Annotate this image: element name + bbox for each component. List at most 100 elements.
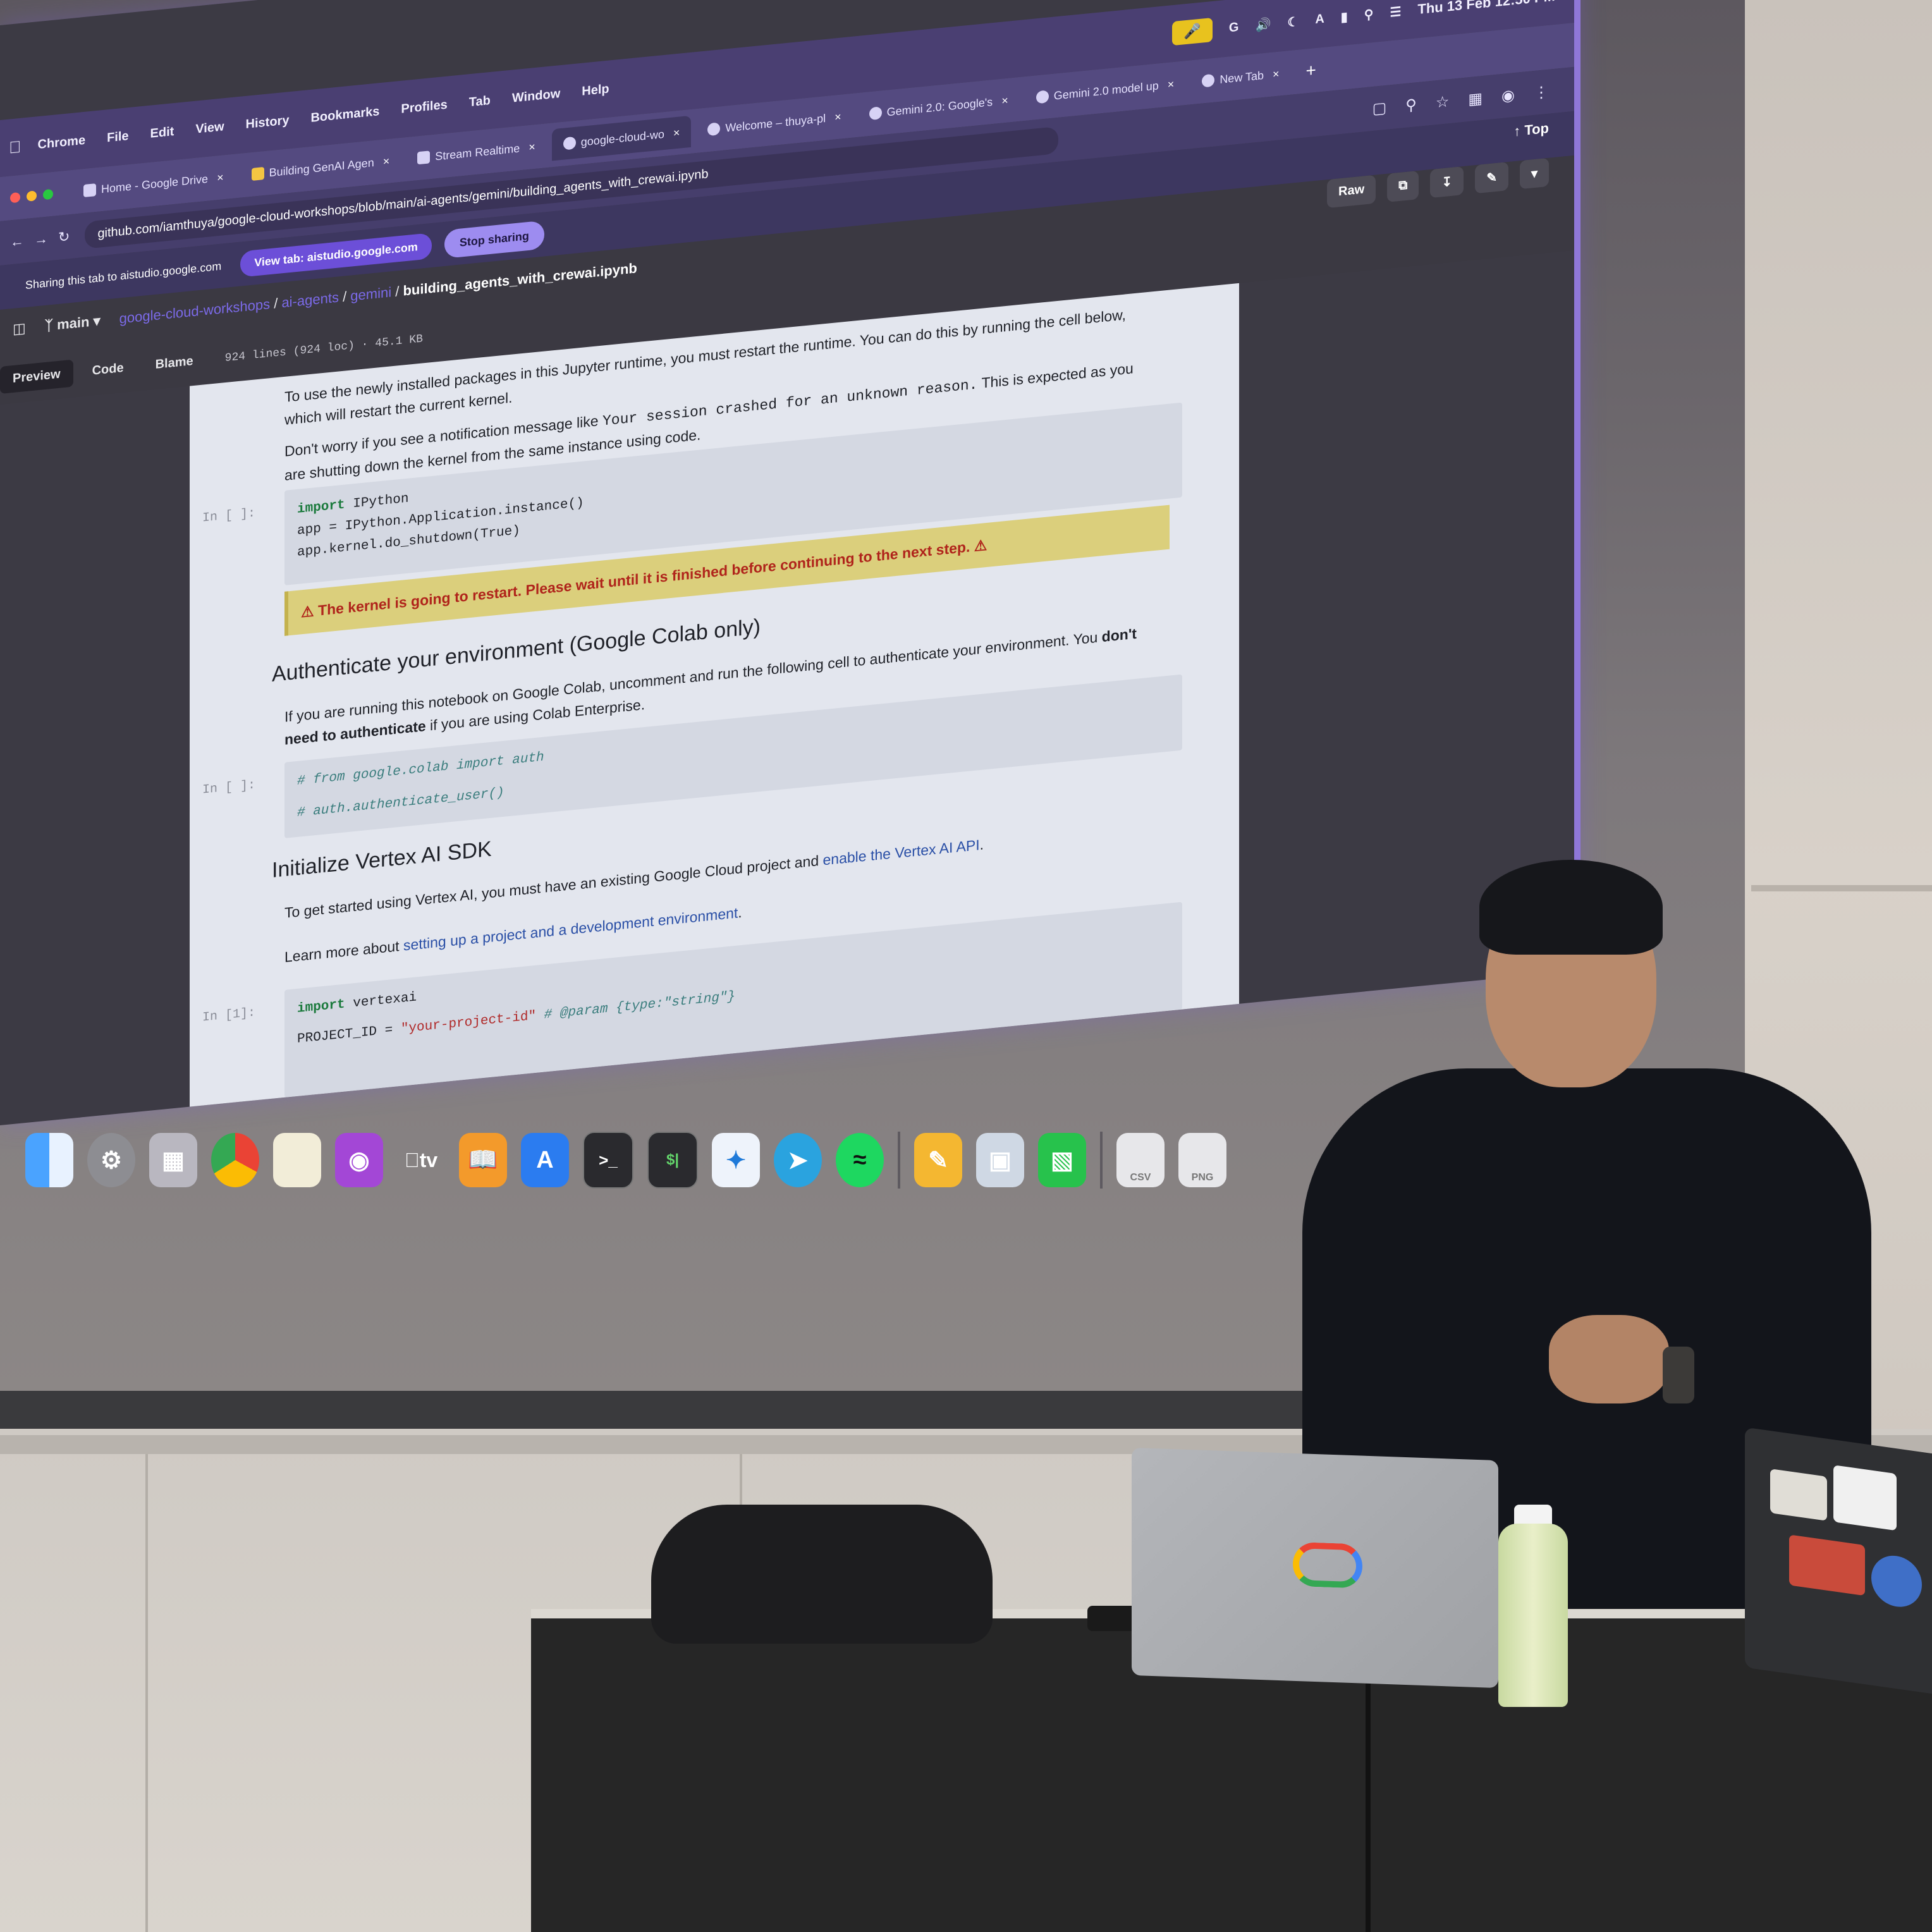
tab-code[interactable]: Code — [80, 353, 137, 386]
branch-selector[interactable]: ᛉ main ▾ — [45, 312, 101, 334]
terminal2-icon[interactable]: $| — [647, 1132, 698, 1189]
grammarly-icon[interactable]: G — [1229, 20, 1239, 35]
terminal-icon[interactable]: >_ — [583, 1132, 633, 1189]
close-icon[interactable]: × — [217, 171, 224, 185]
whiteboard-edge — [1751, 885, 1932, 891]
search-icon[interactable]: ⚲ — [1364, 6, 1374, 22]
close-icon[interactable]: × — [1168, 77, 1175, 91]
reload-icon[interactable]: ↻ — [58, 228, 70, 246]
wristwatch — [1663, 1347, 1694, 1403]
appletv-icon[interactable]: tv — [397, 1133, 445, 1187]
close-icon[interactable]: × — [1001, 94, 1008, 107]
tab-stream-realtime[interactable]: Stream Realtime × — [406, 130, 547, 175]
edit-pencil-icon[interactable]: ✎ — [1475, 162, 1508, 194]
vscode-icon[interactable]: ✦ — [712, 1133, 760, 1187]
new-tab-button[interactable]: + — [1306, 60, 1316, 82]
chevron-down-icon[interactable]: ▾ — [1519, 157, 1549, 190]
appstore-icon[interactable]: A — [521, 1133, 569, 1187]
copy-icon[interactable]: ⧉ — [1387, 170, 1419, 202]
presenter-laptop — [1132, 1447, 1498, 1689]
presenter-hand — [1549, 1315, 1669, 1403]
enable-api-link[interactable]: enable the Vertex AI API — [823, 836, 980, 868]
system-settings-icon[interactable]: ⚙ — [87, 1133, 135, 1187]
cast-icon[interactable]: ▢ — [1373, 98, 1387, 118]
podcasts-icon[interactable]: ◉ — [335, 1133, 383, 1187]
branch-name: main — [57, 314, 90, 333]
zoom-window-button[interactable] — [43, 188, 53, 200]
code-string: "your-project-id" — [400, 1008, 537, 1037]
telegram-icon[interactable]: ➤ — [774, 1133, 822, 1187]
close-icon[interactable]: × — [835, 110, 841, 124]
zoom-icon[interactable]: ⚲ — [1405, 95, 1417, 115]
notes-icon[interactable] — [273, 1133, 321, 1187]
sidebar-toggle-icon[interactable]: ◫ — [13, 320, 26, 338]
books-icon[interactable]: 📖 — [459, 1133, 507, 1187]
menu-bookmarks[interactable]: Bookmarks — [310, 104, 379, 126]
breadcrumb-folder-gemini[interactable]: gemini — [350, 284, 391, 303]
battery-icon[interactable]: ▮ — [1341, 8, 1348, 25]
code-keyword: import — [297, 498, 345, 517]
finder-icon[interactable] — [25, 1133, 73, 1187]
more-menu-icon[interactable]: ⋮ — [1534, 82, 1549, 102]
close-icon[interactable]: × — [1273, 67, 1280, 81]
menu-app-chrome[interactable]: Chrome — [38, 133, 86, 152]
preview-icon[interactable]: ▣ — [976, 1133, 1024, 1187]
tab-preview[interactable]: Preview — [0, 359, 73, 394]
close-icon[interactable]: × — [383, 154, 390, 168]
close-icon[interactable]: × — [529, 140, 535, 154]
launchpad-icon[interactable]: ▦ — [149, 1133, 197, 1187]
spotify-icon[interactable]: ≈ — [836, 1133, 884, 1187]
extensions-icon[interactable]: ▦ — [1468, 89, 1483, 109]
tab-label: Welcome – thuya-pl — [725, 111, 826, 134]
menu-tab[interactable]: Tab — [469, 93, 491, 109]
scroll-top-link[interactable]: ↑ Top — [1513, 120, 1549, 140]
setup-project-link[interactable]: setting up a project and a development e… — [403, 905, 738, 954]
input-source-icon[interactable]: A — [1315, 11, 1324, 27]
menu-help[interactable]: Help — [582, 82, 609, 99]
menu-edit[interactable]: Edit — [150, 125, 174, 142]
pages-icon[interactable]: ✎ — [914, 1133, 962, 1187]
stop-sharing-button[interactable]: Stop sharing — [444, 220, 544, 259]
close-icon[interactable]: × — [673, 126, 680, 140]
breadcrumb-folder-ai-agents[interactable]: ai-agents — [281, 289, 339, 310]
back-icon[interactable]: ← — [10, 233, 24, 250]
raw-button[interactable]: Raw — [1327, 174, 1376, 209]
control-center-icon[interactable]: ☰ — [1390, 3, 1401, 20]
google-cloud-logo — [1293, 1541, 1362, 1589]
microphone-icon[interactable]: 🎤 — [1171, 17, 1213, 46]
file-meta: 924 lines (924 loc) · 45.1 KB — [224, 332, 423, 365]
menubar-clock[interactable]: Thu 13 Feb 12:50 PM — [1417, 0, 1555, 18]
close-window-button[interactable] — [10, 192, 20, 204]
tab-github-notebook[interactable]: google-cloud-wo × — [551, 115, 692, 161]
cell-prompt: In [ ]: — [202, 778, 256, 798]
bookmark-star-icon[interactable]: ☆ — [1436, 92, 1450, 112]
menu-history[interactable]: History — [246, 113, 290, 132]
numbers-icon[interactable]: ▧ — [1038, 1133, 1086, 1187]
apple-icon[interactable]:  — [9, 137, 21, 157]
github-icon — [563, 136, 576, 150]
menu-file[interactable]: File — [107, 129, 128, 145]
tab-blame[interactable]: Blame — [143, 346, 206, 380]
png-file-icon[interactable]: PNG — [1178, 1133, 1226, 1187]
chrome-icon[interactable] — [211, 1133, 259, 1187]
notebook-preview: To use the newly installed packages in t… — [190, 283, 1239, 1107]
moon-icon[interactable]: ☾ — [1287, 13, 1299, 30]
tab-label: Gemini 2.0 model up — [1053, 78, 1159, 102]
forward-icon[interactable]: → — [34, 231, 48, 248]
csv-file-icon[interactable]: CSV — [1116, 1133, 1165, 1187]
sticker-laptop — [1745, 1427, 1932, 1696]
minimize-window-button[interactable] — [27, 190, 37, 202]
tab-new-tab[interactable]: New Tab × — [1190, 57, 1290, 99]
volume-icon[interactable]: 🔊 — [1255, 16, 1271, 33]
profile-avatar[interactable]: ◉ — [1501, 86, 1515, 106]
menu-view[interactable]: View — [195, 119, 224, 137]
presenter-hair — [1479, 860, 1663, 955]
menu-profiles[interactable]: Profiles — [401, 97, 447, 116]
projected-browser-window:  Chrome File Edit View History Bookmark… — [0, 0, 1580, 1126]
breadcrumb-repo[interactable]: google-cloud-workshops — [119, 296, 270, 326]
download-icon[interactable]: ↧ — [1430, 166, 1464, 199]
tab-label: New Tab — [1220, 68, 1264, 86]
menu-window[interactable]: Window — [512, 87, 560, 106]
code-keyword: import — [297, 997, 345, 1017]
file-type-label: PNG — [1191, 1172, 1214, 1183]
